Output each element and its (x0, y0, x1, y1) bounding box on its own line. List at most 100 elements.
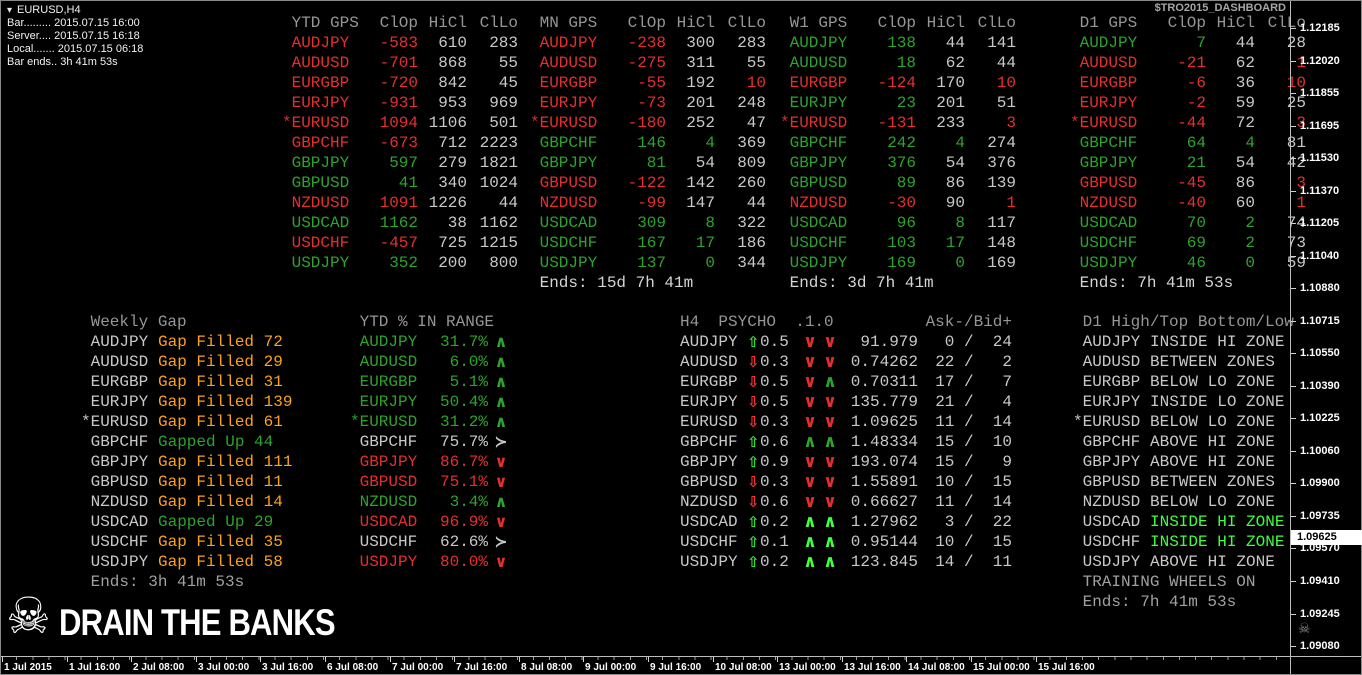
gap-status-value: Gapped Up 29 (158, 513, 274, 531)
clop-value: 1094 (379, 114, 418, 132)
zone-status-value: ABOVE HI ZONE (1150, 553, 1275, 571)
price-axis-label: 1.10390 (1300, 380, 1340, 392)
hicl-value: 725 (438, 234, 467, 252)
pair-label: NZDUSD (680, 493, 738, 511)
askbid-value: 14 / 11 (935, 553, 1012, 571)
cllo-value: 1215 (479, 234, 518, 252)
price-axis-tick (1291, 353, 1296, 354)
pair-label: *EURUSD (81, 413, 149, 431)
chevron-up-icon: ∧ (803, 532, 817, 552)
time-axis-label: 13 Jul 16:00 (844, 662, 901, 673)
price-axis-tick (1291, 61, 1296, 62)
price-value: 1.09625 (850, 413, 918, 431)
price-axis-label: 1.11040 (1300, 250, 1340, 262)
price-value: 123.845 (850, 553, 918, 571)
clop-value: 64 (1186, 134, 1206, 152)
range-pct-value: 31.7% (439, 333, 488, 351)
table-row: USDCAD 70 2 74 (1070, 213, 1306, 233)
table-row: AUDUSD 6.0% ∧ (350, 352, 520, 372)
hicl-value: 142 (686, 174, 715, 192)
price-value: 193.074 (850, 453, 918, 471)
gap-status-value: Gap Filled 31 (158, 373, 283, 391)
symbol-dropdown-icon[interactable]: ▾ (7, 4, 12, 17)
clop-value: -131 (877, 114, 916, 132)
pair-label: USDCHF (81, 533, 149, 551)
ends-label: Ends: 7h 41m 53s (1070, 274, 1234, 292)
table-row: GBPCHF 146 4 369 (530, 133, 766, 153)
time-axis-label: 15 Jul 00:00 (973, 662, 1030, 673)
pair-label: USDJPY (680, 553, 738, 571)
psycho-block-up-icon: ⇧ (747, 333, 760, 351)
chevron-down-icon: ∨ (823, 352, 837, 372)
pair-label: EURGBP (81, 373, 149, 391)
table-row: EURJPY Gap Filled 139 (81, 392, 341, 412)
pair-label: NZDUSD (780, 194, 848, 212)
hicl-value: 200 (438, 254, 467, 272)
pair-label: USDCAD (1070, 214, 1138, 232)
hicl-value: 4 (705, 134, 715, 152)
price-axis-tick (1291, 321, 1296, 322)
branding: ☠ DRAIN THE BANKS (6, 588, 387, 644)
pair-label: AUDUSD (81, 353, 149, 371)
zone-status-value: BETWEEN ZONES (1150, 353, 1275, 371)
training-wheels-row: TRAINING WHEELS ON (1073, 572, 1290, 592)
cllo-value: 47 (746, 114, 766, 132)
clop-value: -73 (637, 94, 666, 112)
pair-label: EURUSD (680, 413, 738, 431)
pair-label: AUDUSD (780, 54, 848, 72)
chevron-up-icon: ∧ (803, 512, 817, 532)
pair-label: AUDJPY (350, 333, 418, 351)
hicl-value: 8 (705, 214, 715, 232)
table-row: USDCAD ⇧ 0.2 ∧ ∧ 1.27962 3 / 22 (680, 512, 1012, 532)
time-axis-tick (454, 657, 455, 662)
pair-label: USDCHF (1070, 234, 1138, 252)
zone-status-value: BELOW LO ZONE (1150, 373, 1275, 391)
range-pct-value: 75.1% (439, 473, 488, 491)
cllo-value: 1 (1006, 194, 1016, 212)
range-pct-value: 96.9% (439, 513, 488, 531)
hicl-value: 54 (695, 154, 715, 172)
table-row: GBPJPY ⇧ 0.9 ∨ ∨ 193.074 15 / 9 (680, 452, 1012, 472)
price-axis-label: 1.11855 (1300, 87, 1340, 99)
clop-value: -720 (379, 74, 418, 92)
pair-label: USDCAD (81, 513, 149, 531)
time-axis-label: 15 Jul 16:00 (1038, 662, 1095, 673)
clop-value: -55 (637, 74, 666, 92)
table-row: EURGBP BELOW LO ZONE (1073, 372, 1290, 392)
clop-value: 167 (637, 234, 666, 252)
clop-value: 41 (398, 174, 418, 192)
hicl-value: 147 (686, 194, 715, 212)
gps-table-w1: W1 GPS ClOp HiCl ClLo AUDJPY 138 44 141 AUDUSD… (780, 13, 1016, 293)
table-row: USDCAD Gapped Up 29 (81, 512, 341, 532)
table-row: EURJPY 50.4% ∧ (350, 392, 520, 412)
pair-label: GBPCHF (680, 433, 738, 451)
cllo-value: 10 (996, 74, 1016, 92)
pair-label: GBPCHF (780, 134, 848, 152)
hicl-value: 233 (936, 114, 965, 132)
table-row: NZDUSD ⇩ 0.6 ∨ ∨ 0.66627 11 / 14 (680, 492, 1012, 512)
trend-right-icon: ≻ (494, 532, 508, 551)
pair-label: *EURUSD (1073, 413, 1141, 431)
table-row: AUDUSD 18 62 44 (780, 53, 1016, 73)
weekly-gap-table: Weekly Gap AUDJPY Gap Filled 72 AUDUSD Gap… (81, 312, 341, 592)
col-header-clop: ClOp (877, 14, 916, 32)
table-row: EURGBP -55 192 10 (530, 73, 766, 93)
pair-label: USDJPY (530, 254, 598, 272)
table-row: GBPUSD ⇩ 0.3 ∨ ∨ 1.55891 10 / 15 (680, 472, 1012, 492)
range-pct-value: 3.4% (449, 493, 488, 511)
psycho-block-up-icon: ⇧ (747, 553, 760, 571)
pair-label: GBPUSD (530, 174, 598, 192)
clop-value: -673 (379, 134, 418, 152)
table-row: USDCAD 96.9% ∨ (350, 512, 520, 532)
gap-status-value: Gap Filled 139 (158, 393, 293, 411)
table-row: GBPUSD Gap Filled 11 (81, 472, 341, 492)
pair-label: NZDUSD (282, 194, 350, 212)
table-row: USDJPY 46 0 59 (1070, 253, 1306, 273)
pair-label: USDCHF (680, 533, 738, 551)
hicl-value: 868 (438, 54, 467, 72)
time-axis-label: 2 Jul 08:00 (133, 662, 185, 673)
table-row: EURGBP -6 36 10 (1070, 73, 1306, 93)
table-row: USDJPY ABOVE HI ZONE (1073, 552, 1290, 572)
price-value: 0.74262 (850, 353, 918, 371)
zone-status-value: INSIDE HI ZONE (1150, 513, 1285, 531)
